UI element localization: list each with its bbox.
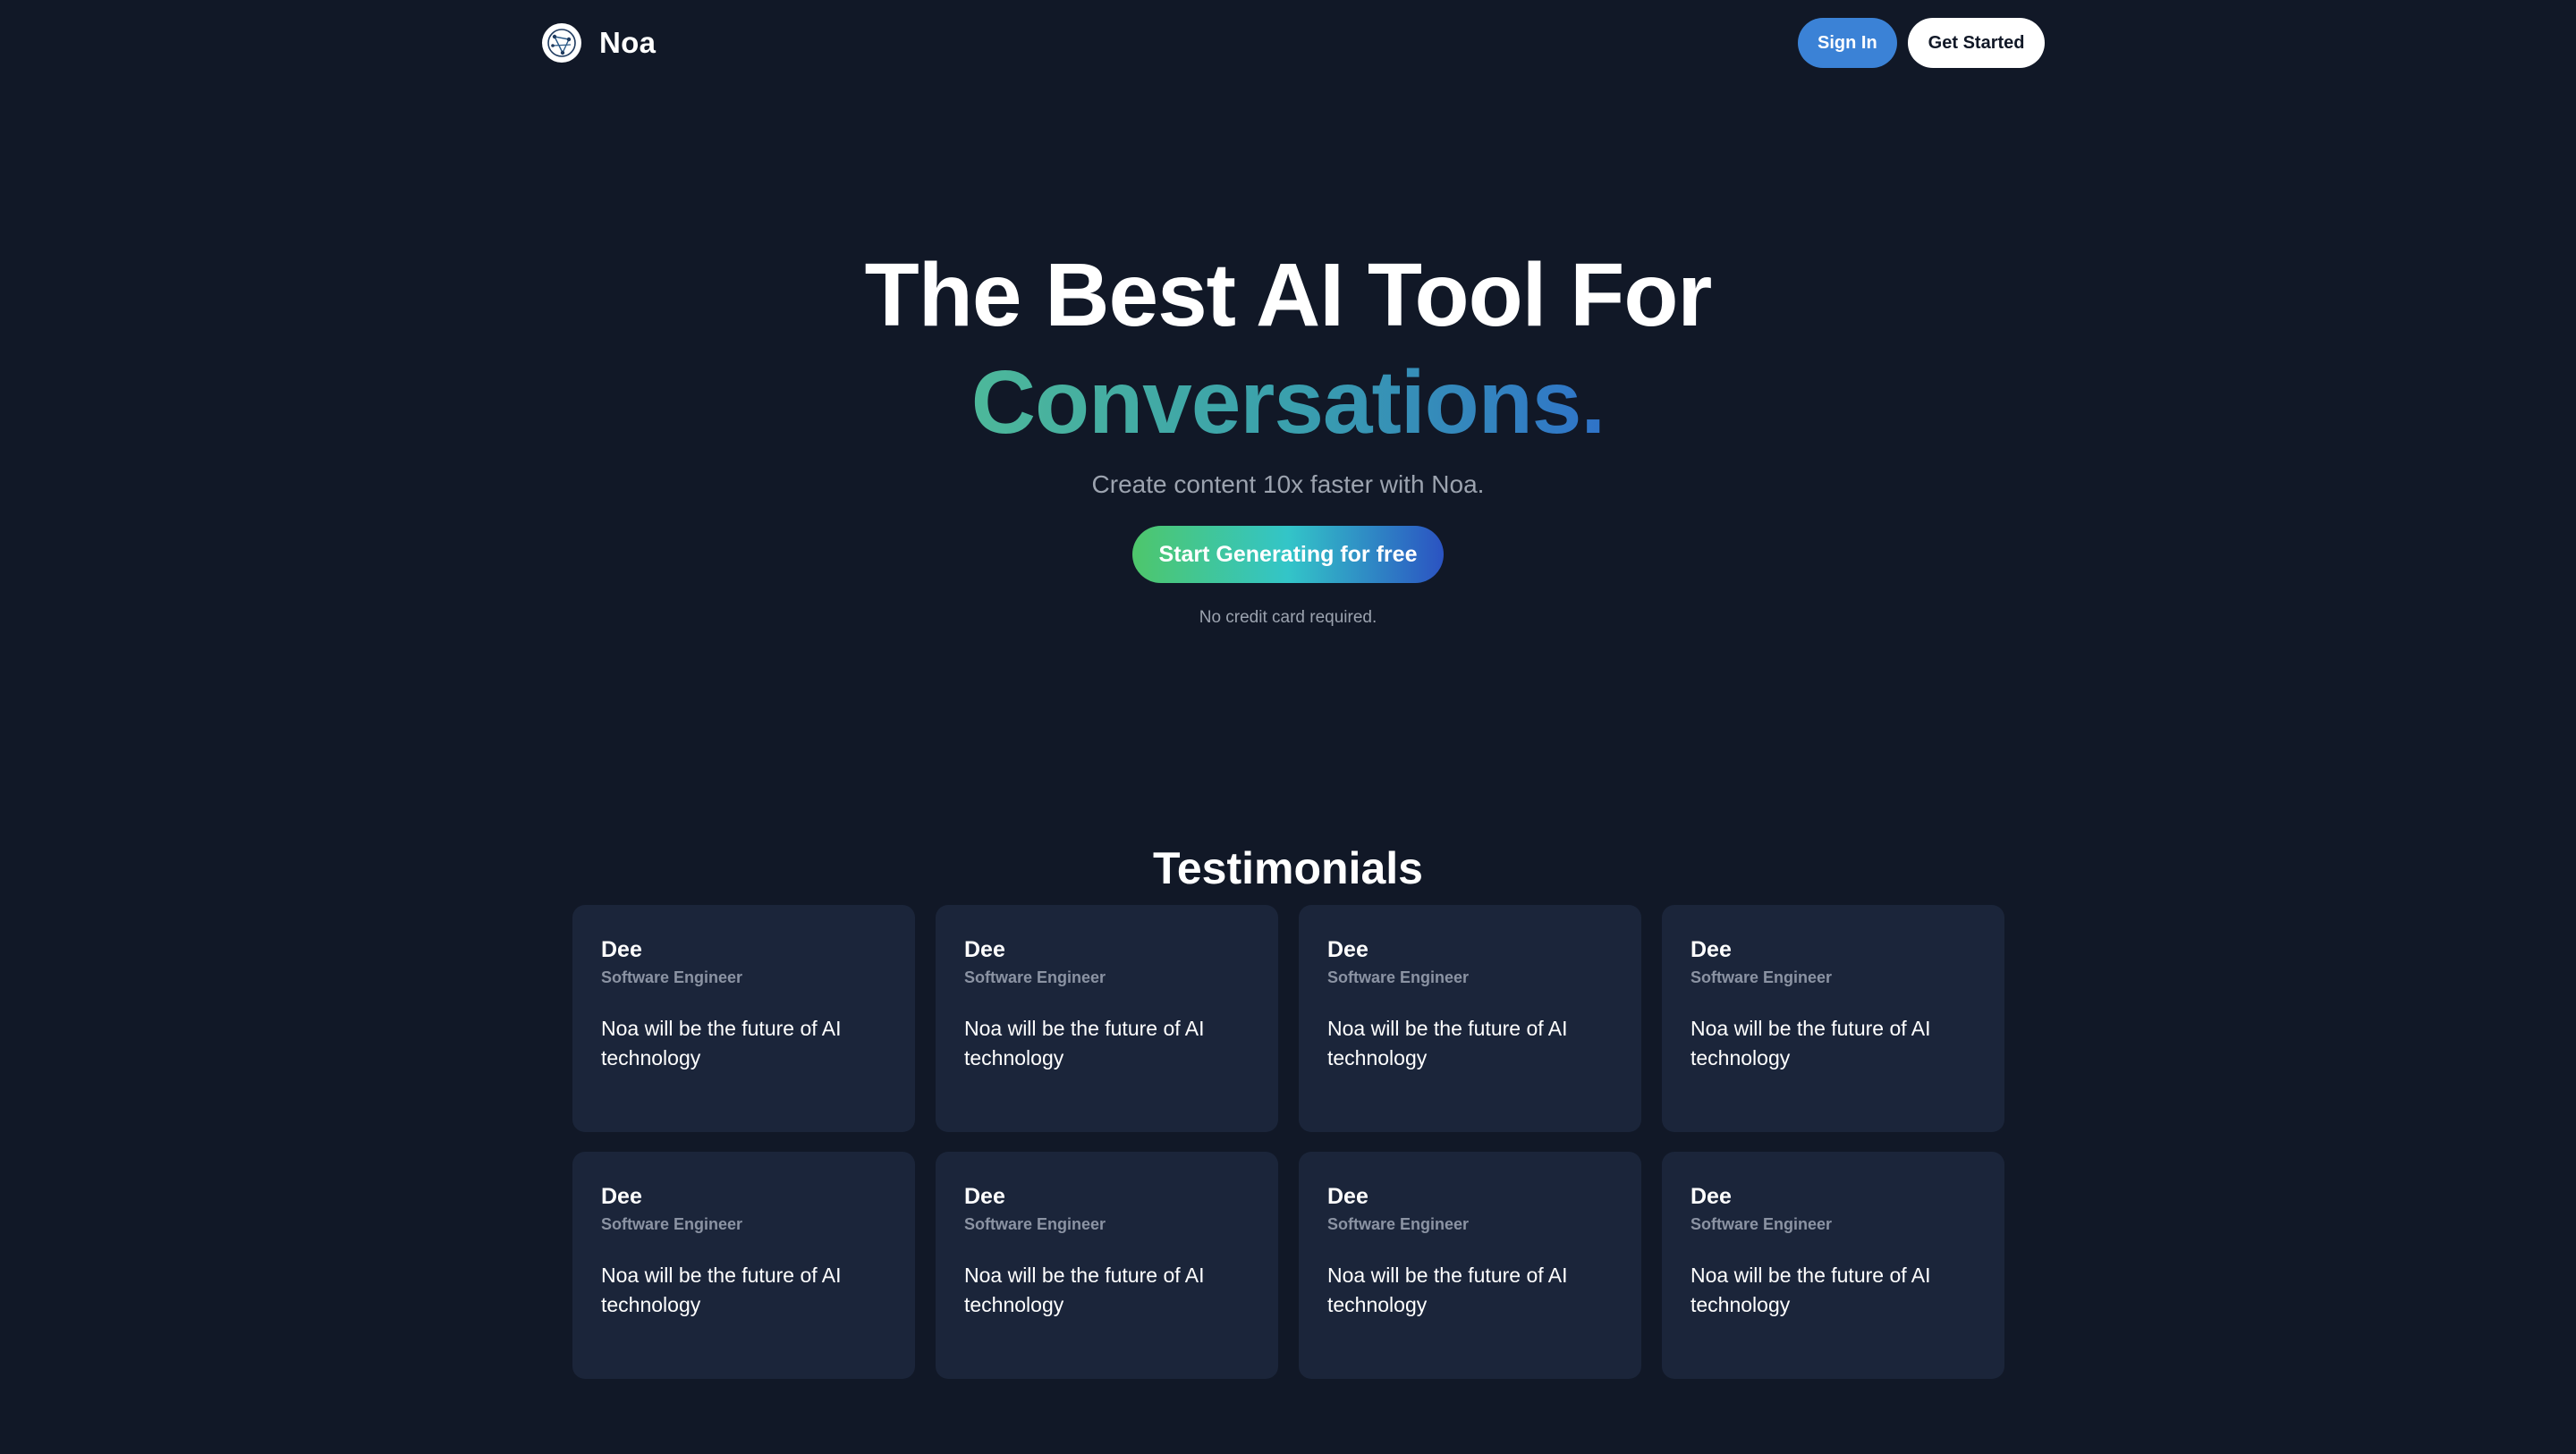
testimonial-card: Dee Software Engineer Noa will be the fu…	[936, 1152, 1278, 1379]
hero-title-highlight: Conversations.	[971, 349, 1606, 456]
testimonials-heading: Testimonials	[1153, 842, 1423, 893]
testimonial-name: Dee	[964, 937, 1005, 962]
testimonial-card: Dee Software Engineer Noa will be the fu…	[1299, 1152, 1641, 1379]
hero-section: The Best AI Tool For Conversations. Crea…	[0, 241, 2576, 628]
globe-logo-icon	[542, 23, 581, 63]
testimonial-card: Dee Software Engineer Noa will be the fu…	[1299, 905, 1641, 1132]
testimonial-quote: Noa will be the future of AI technology	[1690, 1264, 1931, 1316]
testimonial-quote: Noa will be the future of AI technology	[964, 1264, 1205, 1316]
testimonial-role: Software Engineer	[1327, 1215, 1470, 1233]
nav-actions: Sign In Get Started	[1798, 18, 2046, 68]
testimonial-quote: Noa will be the future of AI technology	[1327, 1017, 1568, 1069]
testimonial-role: Software Engineer	[601, 1215, 743, 1233]
testimonial-quote: Noa will be the future of AI technology	[964, 1017, 1205, 1069]
testimonial-name: Dee	[1690, 937, 1732, 962]
testimonial-role: Software Engineer	[1690, 1215, 1833, 1233]
brand-name: Noa	[599, 26, 657, 59]
testimonials-grid: Dee Software Engineer Noa will be the fu…	[572, 905, 2005, 1379]
testimonial-quote: Noa will be the future of AI technology	[1690, 1017, 1931, 1069]
start-generating-button[interactable]: Start Generating for free	[1132, 526, 1444, 583]
testimonial-card: Dee Software Engineer Noa will be the fu…	[1662, 1152, 2004, 1379]
hero-title: The Best AI Tool For	[864, 245, 1713, 345]
brand[interactable]: Noa	[542, 23, 656, 63]
testimonial-role: Software Engineer	[1690, 968, 1833, 986]
testimonial-name: Dee	[1327, 1184, 1368, 1209]
get-started-button[interactable]: Get Started	[1907, 18, 2046, 68]
no-credit-card-note: No credit card required.	[1199, 608, 1377, 627]
testimonial-role: Software Engineer	[601, 968, 743, 986]
testimonial-role: Software Engineer	[964, 968, 1106, 986]
hero-subtitle: Create content 10x faster with Noa.	[1091, 470, 1485, 498]
testimonial-name: Dee	[601, 1184, 642, 1209]
testimonial-quote: Noa will be the future of AI technology	[601, 1264, 842, 1316]
testimonial-card: Dee Software Engineer Noa will be the fu…	[572, 905, 915, 1132]
testimonial-card: Dee Software Engineer Noa will be the fu…	[936, 905, 1278, 1132]
testimonial-card: Dee Software Engineer Noa will be the fu…	[572, 1152, 915, 1379]
testimonial-name: Dee	[1327, 937, 1368, 962]
testimonial-name: Dee	[1690, 1184, 1732, 1209]
testimonial-role: Software Engineer	[1327, 968, 1470, 986]
testimonial-card: Dee Software Engineer Noa will be the fu…	[1662, 905, 2004, 1132]
testimonial-name: Dee	[601, 937, 642, 962]
testimonial-role: Software Engineer	[964, 1215, 1106, 1233]
navbar: Noa Sign In Get Started	[0, 0, 2576, 86]
testimonial-quote: Noa will be the future of AI technology	[601, 1017, 842, 1069]
testimonial-name: Dee	[964, 1184, 1005, 1209]
sign-in-button[interactable]: Sign In	[1798, 18, 1897, 68]
testimonial-quote: Noa will be the future of AI technology	[1327, 1264, 1568, 1316]
